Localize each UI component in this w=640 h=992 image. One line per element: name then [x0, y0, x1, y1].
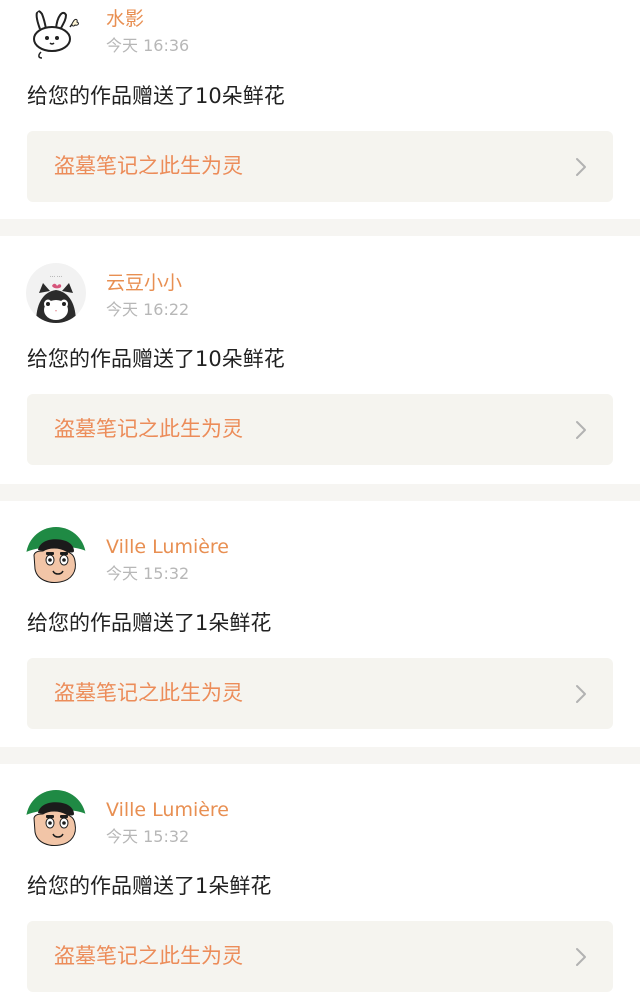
username[interactable]: Ville Lumière: [106, 798, 229, 822]
username[interactable]: Ville Lumière: [106, 535, 229, 559]
timestamp: 今天 16:22: [106, 300, 190, 319]
work-title: 盗墓笔记之此生为灵: [54, 681, 243, 705]
cartoon-boy-avatar-icon[interactable]: [26, 790, 86, 850]
timestamp: 今天 15:32: [106, 827, 190, 846]
username[interactable]: 水影: [106, 7, 144, 31]
section-divider: [0, 219, 640, 236]
timestamp: 今天 16:36: [106, 36, 190, 55]
section-divider: [0, 484, 640, 501]
chevron-right-icon: [575, 947, 587, 967]
gift-message: 给您的作品赠送了1朵鲜花: [27, 611, 272, 635]
work-title: 盗墓笔记之此生为灵: [54, 944, 243, 968]
cartoon-boy-avatar-icon[interactable]: [26, 527, 86, 587]
work-title: 盗墓笔记之此生为灵: [54, 417, 243, 441]
gift-entry: ··· ··· 云豆小小 今天 16:22 给您的作品赠送了10朵鲜花 盗墓笔记…: [0, 236, 640, 484]
gift-message: 给您的作品赠送了10朵鲜花: [27, 347, 285, 371]
svg-text:··· ···: ··· ···: [50, 274, 62, 280]
gift-message: 给您的作品赠送了1朵鲜花: [27, 874, 272, 898]
username[interactable]: 云豆小小: [106, 271, 182, 295]
work-card[interactable]: 盗墓笔记之此生为灵: [27, 921, 613, 992]
chevron-right-icon: [575, 684, 587, 704]
work-title: 盗墓笔记之此生为灵: [54, 154, 243, 178]
gift-message: 给您的作品赠送了10朵鲜花: [27, 84, 285, 108]
chevron-right-icon: [575, 420, 587, 440]
work-card[interactable]: 盗墓笔记之此生为灵: [27, 658, 613, 729]
rabbit-avatar-icon[interactable]: [26, 5, 86, 65]
chevron-right-icon: [575, 157, 587, 177]
gift-entry: Ville Lumière 今天 15:32 给您的作品赠送了1朵鲜花 盗墓笔记…: [0, 501, 640, 747]
section-divider: [0, 747, 640, 764]
work-card[interactable]: 盗墓笔记之此生为灵: [27, 131, 613, 202]
timestamp: 今天 15:32: [106, 564, 190, 583]
flower-gift-feed: 水影 今天 16:36 给您的作品赠送了10朵鲜花 盗墓笔记之此生为灵 ··· …: [0, 0, 640, 992]
gift-entry: Ville Lumière 今天 15:32 给您的作品赠送了1朵鲜花 盗墓笔记…: [0, 764, 640, 992]
work-card[interactable]: 盗墓笔记之此生为灵: [27, 394, 613, 465]
cat-avatar-icon[interactable]: ··· ···: [26, 263, 86, 323]
gift-entry: 水影 今天 16:36 给您的作品赠送了10朵鲜花 盗墓笔记之此生为灵: [0, 0, 640, 219]
